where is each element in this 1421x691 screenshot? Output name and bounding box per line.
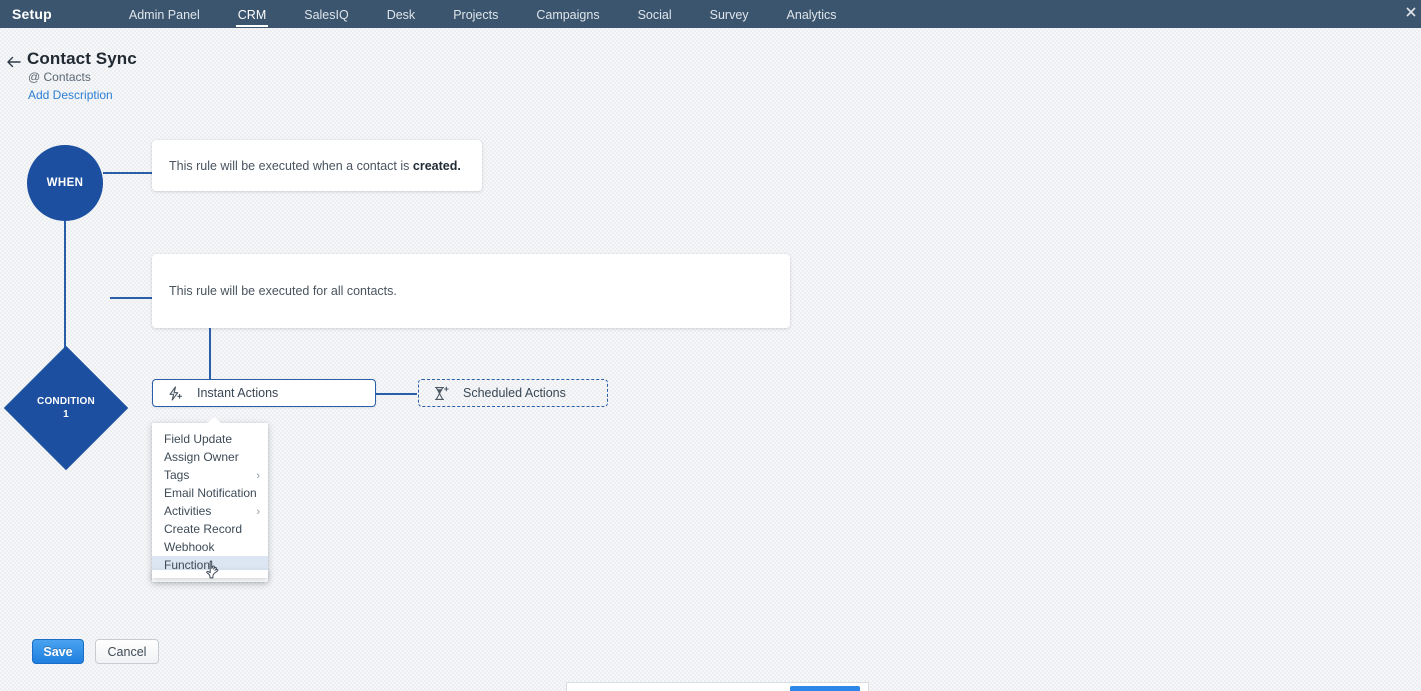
- condition-node[interactable]: [3, 345, 129, 471]
- workflow-canvas: WHEN This rule will be executed when a c…: [0, 110, 1421, 630]
- when-card-text-bold: created.: [412, 158, 461, 173]
- menu-item-tags-label: Tags: [164, 468, 190, 482]
- condition-card-text: This rule will be executed for all conta…: [169, 284, 397, 298]
- condition-criteria-card[interactable]: This rule will be executed for all conta…: [152, 254, 790, 328]
- lightning-plus-icon: [165, 385, 185, 401]
- scheduled-actions-label: Scheduled Actions: [463, 386, 566, 400]
- connector-instant-to-scheduled: [376, 393, 417, 395]
- nav-item-projects[interactable]: Projects: [451, 2, 500, 27]
- menu-item-create-record-label: Create Record: [164, 522, 243, 536]
- menu-item-field-update-label: Field Update: [164, 432, 233, 446]
- add-description-link[interactable]: Add Description: [28, 88, 113, 102]
- menu-item-webhook-label: Webhook: [164, 540, 215, 554]
- when-card-text: This rule will be executed when a contac…: [152, 159, 461, 173]
- menu-item-email-notification[interactable]: Email Notification: [152, 484, 268, 502]
- menu-item-tags[interactable]: Tags ›: [152, 466, 268, 484]
- when-condition-card[interactable]: This rule will be executed when a contac…: [152, 140, 482, 191]
- instant-actions-label: Instant Actions: [197, 386, 279, 400]
- nav-item-admin-panel[interactable]: Admin Panel: [127, 2, 202, 27]
- setup-brand-label: Setup: [12, 6, 52, 22]
- menu-item-activities[interactable]: Activities ›: [152, 502, 268, 520]
- page-title: Contact Sync: [27, 49, 137, 68]
- page-module-label: @ Contacts: [28, 70, 91, 84]
- nav-item-survey[interactable]: Survey: [708, 2, 751, 27]
- menu-item-activities-label: Activities: [164, 504, 212, 518]
- when-card-text-prefix: This rule will be executed when a contac…: [169, 158, 413, 173]
- connector-condition-to-card: [110, 297, 152, 299]
- when-node[interactable]: WHEN: [27, 145, 103, 221]
- chevron-right-icon: ›: [256, 506, 260, 518]
- connector-when-to-condition: [64, 221, 66, 365]
- menu-item-field-update[interactable]: Field Update: [152, 430, 268, 448]
- save-button[interactable]: Save: [32, 639, 84, 664]
- menu-item-create-record[interactable]: Create Record: [152, 520, 268, 538]
- connector-when-to-card: [103, 172, 152, 174]
- menu-item-assign-owner-label: Assign Owner: [164, 450, 239, 464]
- menu-item-assign-owner[interactable]: Assign Owner: [152, 448, 268, 466]
- top-navigation-bar: Setup Admin Panel CRM SalesIQ Desk Proje…: [0, 0, 1421, 28]
- menu-item-email-notification-label: Email Notification: [164, 486, 257, 500]
- menu-item-webhook[interactable]: Webhook: [152, 538, 268, 556]
- chevron-right-icon: ›: [256, 470, 260, 482]
- cancel-button[interactable]: Cancel: [95, 639, 159, 664]
- hourglass-plus-icon: [431, 385, 451, 401]
- nav-item-social[interactable]: Social: [636, 2, 674, 27]
- form-footer: Save Cancel: [0, 633, 1421, 691]
- close-icon[interactable]: [1403, 4, 1419, 20]
- scheduled-actions-button[interactable]: Scheduled Actions: [418, 379, 608, 407]
- instant-actions-dropdown-menu: Field Update Assign Owner Tags › Email N…: [152, 417, 268, 582]
- nav-item-salesiq[interactable]: SalesIQ: [302, 2, 350, 27]
- when-node-label: WHEN: [46, 177, 84, 189]
- instant-actions-button[interactable]: Instant Actions: [152, 379, 376, 407]
- back-arrow-icon[interactable]: [4, 52, 24, 72]
- nav-item-desk[interactable]: Desk: [385, 2, 417, 27]
- nav-item-analytics[interactable]: Analytics: [785, 2, 839, 27]
- nav-item-crm[interactable]: CRM: [235, 2, 269, 27]
- dropdown-menu-footer-strip: [152, 570, 268, 578]
- nav-item-campaigns[interactable]: Campaigns: [534, 2, 601, 27]
